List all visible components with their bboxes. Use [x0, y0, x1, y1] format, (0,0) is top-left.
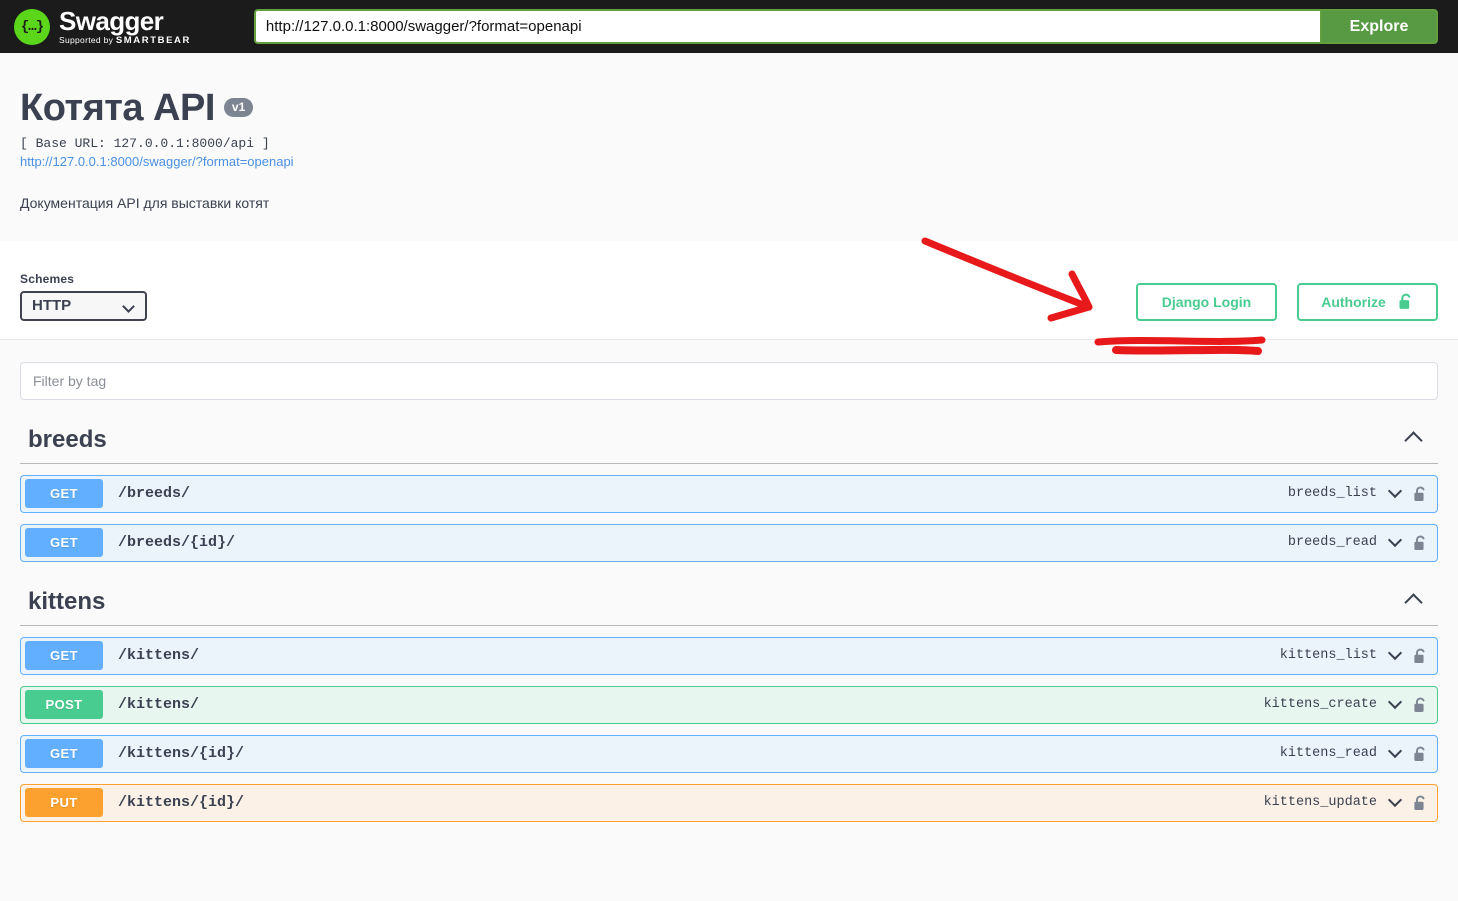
api-description: Документация API для выставки котят: [20, 194, 270, 211]
schemes-label: Schemes: [20, 271, 75, 286]
django-login-button[interactable]: Django Login: [1136, 282, 1277, 321]
unlocked-padlock-icon[interactable]: [1413, 697, 1428, 713]
django-login-label: Django Login: [1161, 293, 1252, 310]
schemes-group: Schemes HTTP: [20, 272, 147, 321]
tag-header-breeds[interactable]: breeds: [20, 426, 1438, 464]
unlocked-padlock-icon[interactable]: [1413, 535, 1428, 551]
operation-path: /kittens/{id}/: [118, 794, 245, 812]
topbar: {…} Swagger Supported by SMARTBEAR Explo…: [0, 0, 1458, 53]
operation-path: /breeds/{id}/: [118, 534, 236, 552]
unlocked-padlock-icon: [1399, 294, 1411, 310]
operation-id: kittens_list: [1279, 648, 1377, 664]
api-info-block: Котята API v1 [ Base URL: 127.0.0.1:8000…: [0, 53, 1458, 241]
swagger-logo-title: Swagger: [59, 5, 164, 36]
swagger-braces-icon: {…}: [14, 8, 50, 45]
operation-row-kittens-read[interactable]: GET /kittens/{id}/ kittens_read: [20, 734, 1438, 773]
unlocked-padlock-icon[interactable]: [1413, 795, 1428, 811]
chevron-down-icon[interactable]: [1387, 646, 1403, 661]
operation-id: kittens_read: [1279, 746, 1377, 762]
tag-name-breeds: breeds: [28, 425, 107, 453]
swagger-logo-subtitle: Supported by SMARTBEAR: [59, 36, 191, 46]
operation-path: /kittens/{id}/: [118, 745, 245, 763]
swagger-ui-page: {…} Swagger Supported by SMARTBEAR Explo…: [0, 0, 1458, 901]
operation-id: breeds_read: [1287, 535, 1377, 551]
http-method-badge: GET: [25, 479, 103, 509]
chevron-up-icon[interactable]: [1404, 431, 1423, 451]
spec-url-input[interactable]: [253, 9, 1320, 44]
operation-id: breeds_list: [1287, 486, 1377, 502]
page-title: Котята API: [20, 87, 215, 129]
unlocked-padlock-icon[interactable]: [1413, 648, 1428, 664]
schemes-select[interactable]: HTTP: [20, 290, 147, 321]
swagger-logo[interactable]: {…} Swagger Supported by SMARTBEAR: [14, 8, 191, 46]
chevron-down-icon[interactable]: [1387, 793, 1403, 808]
version-badge: v1: [223, 98, 254, 118]
operation-row-kittens-update[interactable]: PUT /kittens/{id}/ kittens_update: [20, 783, 1438, 822]
operations-area: breeds GET /breeds/ breeds_list GET /bre…: [0, 340, 1458, 822]
openapi-spec-link[interactable]: http://127.0.0.1:8000/swagger/?format=op…: [20, 154, 1438, 169]
supported-by-text: Supported by: [59, 34, 116, 45]
explore-button[interactable]: Explore: [1320, 9, 1438, 44]
schemes-auth-band: Schemes HTTP Django Login Authorize: [0, 240, 1458, 340]
chevron-down-icon[interactable]: [1387, 484, 1403, 499]
operation-row-breeds-read[interactable]: GET /breeds/{id}/ breeds_read: [20, 523, 1438, 562]
schemes-selected-value: HTTP: [32, 297, 72, 315]
operation-row-kittens-list[interactable]: GET /kittens/ kittens_list: [20, 636, 1438, 675]
operation-row-breeds-list[interactable]: GET /breeds/ breeds_list: [20, 474, 1438, 513]
http-method-badge: GET: [25, 739, 103, 769]
http-method-badge: POST: [25, 690, 103, 720]
operation-path: /breeds/: [118, 485, 191, 503]
tag-name-kittens: kittens: [28, 587, 106, 615]
chevron-down-icon: [122, 300, 135, 313]
base-url-text: [ Base URL: 127.0.0.1:8000/api ]: [20, 135, 270, 151]
tag-block-breeds: breeds GET /breeds/ breeds_list GET /bre…: [20, 426, 1438, 562]
auth-buttons-group: Django Login Authorize: [1136, 282, 1438, 321]
operation-path: /kittens/: [118, 647, 200, 665]
chevron-down-icon[interactable]: [1387, 744, 1403, 759]
swagger-wordmark: Swagger Supported by SMARTBEAR: [59, 8, 191, 46]
operation-id: kittens_update: [1263, 795, 1377, 811]
chevron-up-icon[interactable]: [1404, 593, 1423, 613]
smartbear-brand-text: SMARTBEAR: [115, 34, 191, 46]
chevron-down-icon[interactable]: [1387, 695, 1403, 710]
filter-by-tag-input[interactable]: [20, 361, 1438, 400]
unlocked-padlock-icon[interactable]: [1413, 746, 1428, 762]
chevron-down-icon[interactable]: [1387, 533, 1403, 548]
operation-row-kittens-create[interactable]: POST /kittens/ kittens_create: [20, 685, 1438, 724]
tag-block-kittens: kittens GET /kittens/ kittens_list POST …: [20, 588, 1438, 822]
unlocked-padlock-icon[interactable]: [1413, 486, 1428, 502]
spec-url-form: Explore: [253, 9, 1438, 44]
http-method-badge: GET: [25, 641, 103, 671]
operation-path: /kittens/: [118, 696, 200, 714]
tag-header-kittens[interactable]: kittens: [20, 588, 1438, 626]
authorize-label: Authorize: [1321, 293, 1386, 310]
http-method-badge: GET: [25, 528, 103, 558]
http-method-badge: PUT: [25, 788, 103, 818]
operation-id: kittens_create: [1263, 697, 1377, 713]
authorize-button[interactable]: Authorize: [1297, 282, 1438, 321]
api-title-row: Котята API v1: [20, 87, 1438, 129]
